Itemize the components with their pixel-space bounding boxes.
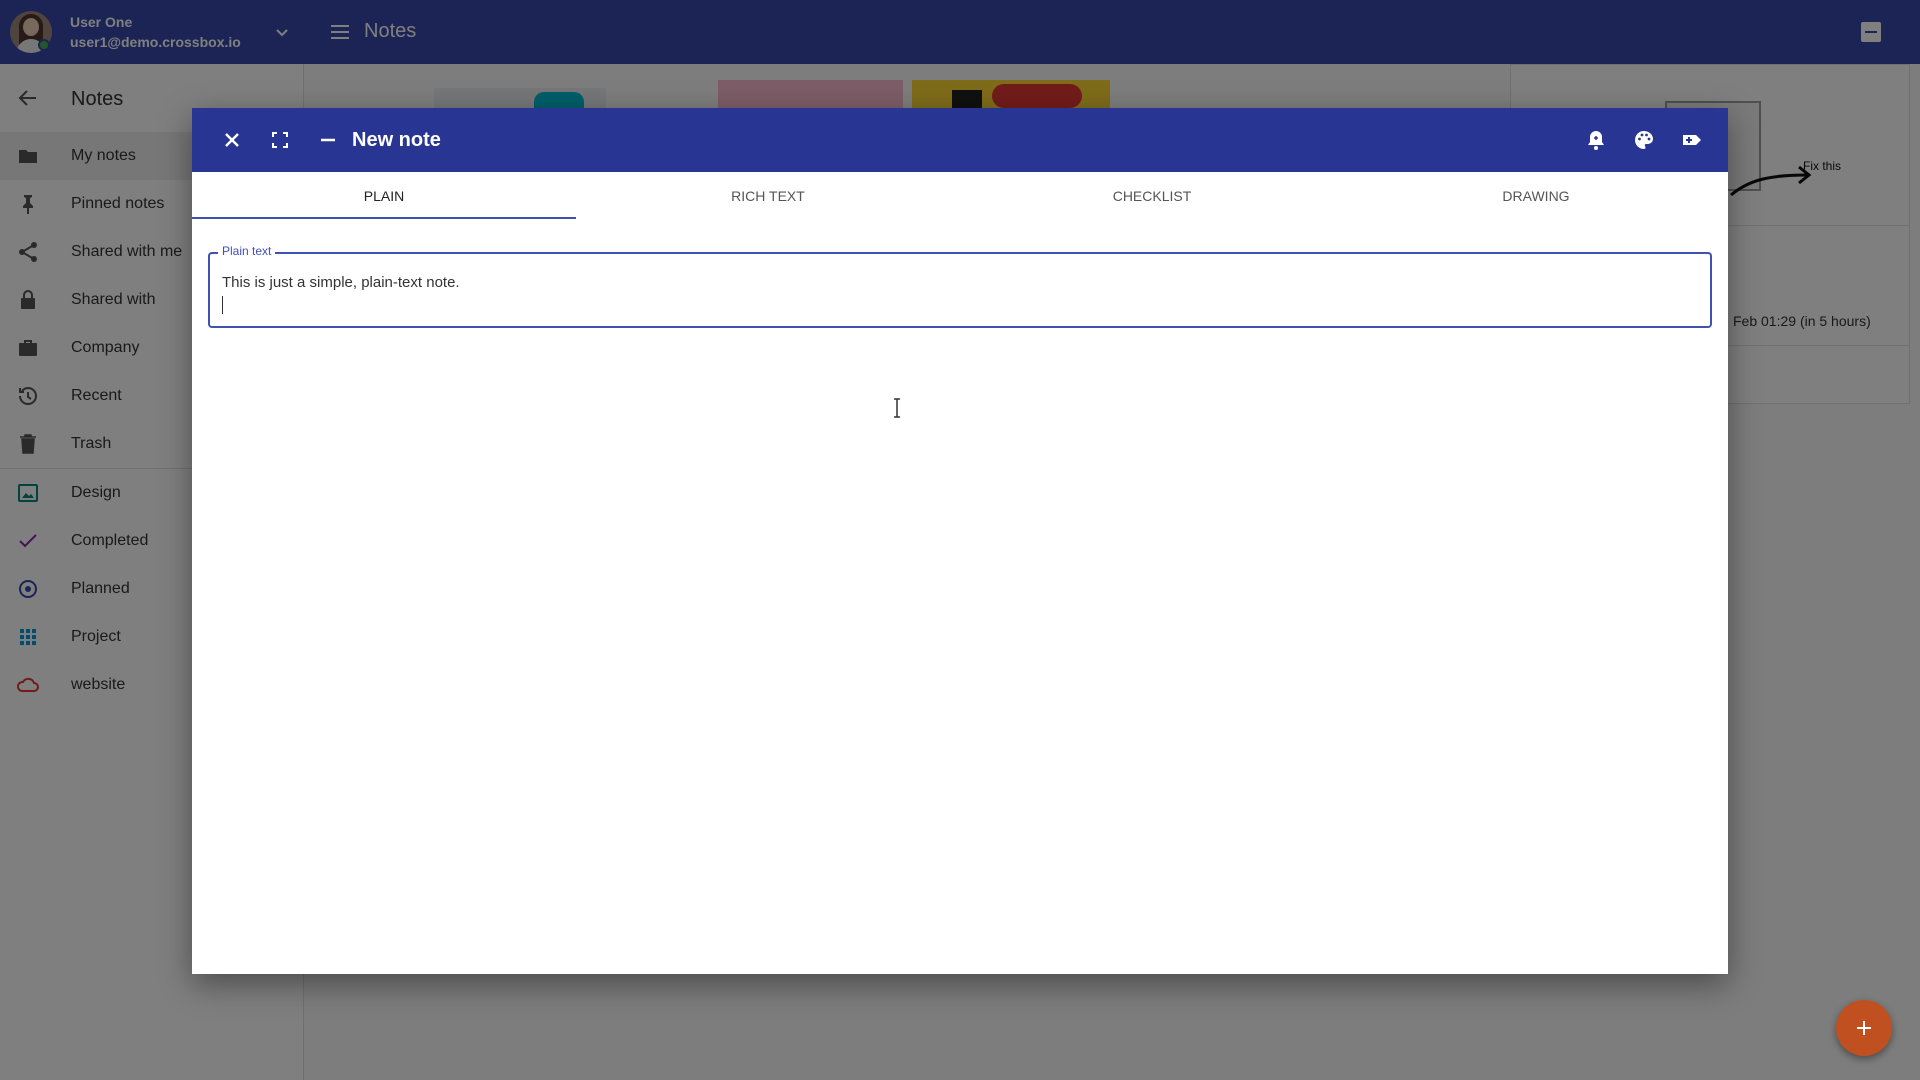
- tab-checklist[interactable]: Checklist: [960, 172, 1344, 220]
- add-note-button[interactable]: [1836, 1000, 1892, 1056]
- new-note-dialog: New note Plain Rich text Checklist Drawi…: [192, 108, 1728, 974]
- field-label: Plain text: [218, 244, 276, 258]
- tab-plain[interactable]: Plain: [192, 172, 576, 220]
- note-type-tabs: Plain Rich text Checklist Drawing: [192, 172, 1728, 220]
- fullscreen-icon[interactable]: [268, 128, 292, 152]
- tab-drawing[interactable]: Drawing: [1344, 172, 1728, 220]
- tab-rich-text[interactable]: Rich text: [576, 172, 960, 220]
- minimize-icon[interactable]: [316, 128, 340, 152]
- close-icon[interactable]: [220, 128, 244, 152]
- palette-icon[interactable]: [1632, 128, 1656, 152]
- dialog-title: New note: [352, 129, 441, 151]
- dialog-header: New note: [192, 108, 1728, 172]
- active-tab-indicator: [192, 217, 576, 219]
- plain-text-field[interactable]: Plain text This is just a simple, plain-…: [208, 244, 1712, 328]
- text-cursor-icon: [894, 398, 900, 418]
- label-add-icon[interactable]: [1680, 128, 1704, 152]
- plain-text-value[interactable]: This is just a simple, plain-text note.: [222, 274, 460, 291]
- text-caret: [222, 296, 223, 314]
- plus-icon: [1857, 1021, 1871, 1035]
- reminder-bell-icon[interactable]: [1584, 128, 1608, 152]
